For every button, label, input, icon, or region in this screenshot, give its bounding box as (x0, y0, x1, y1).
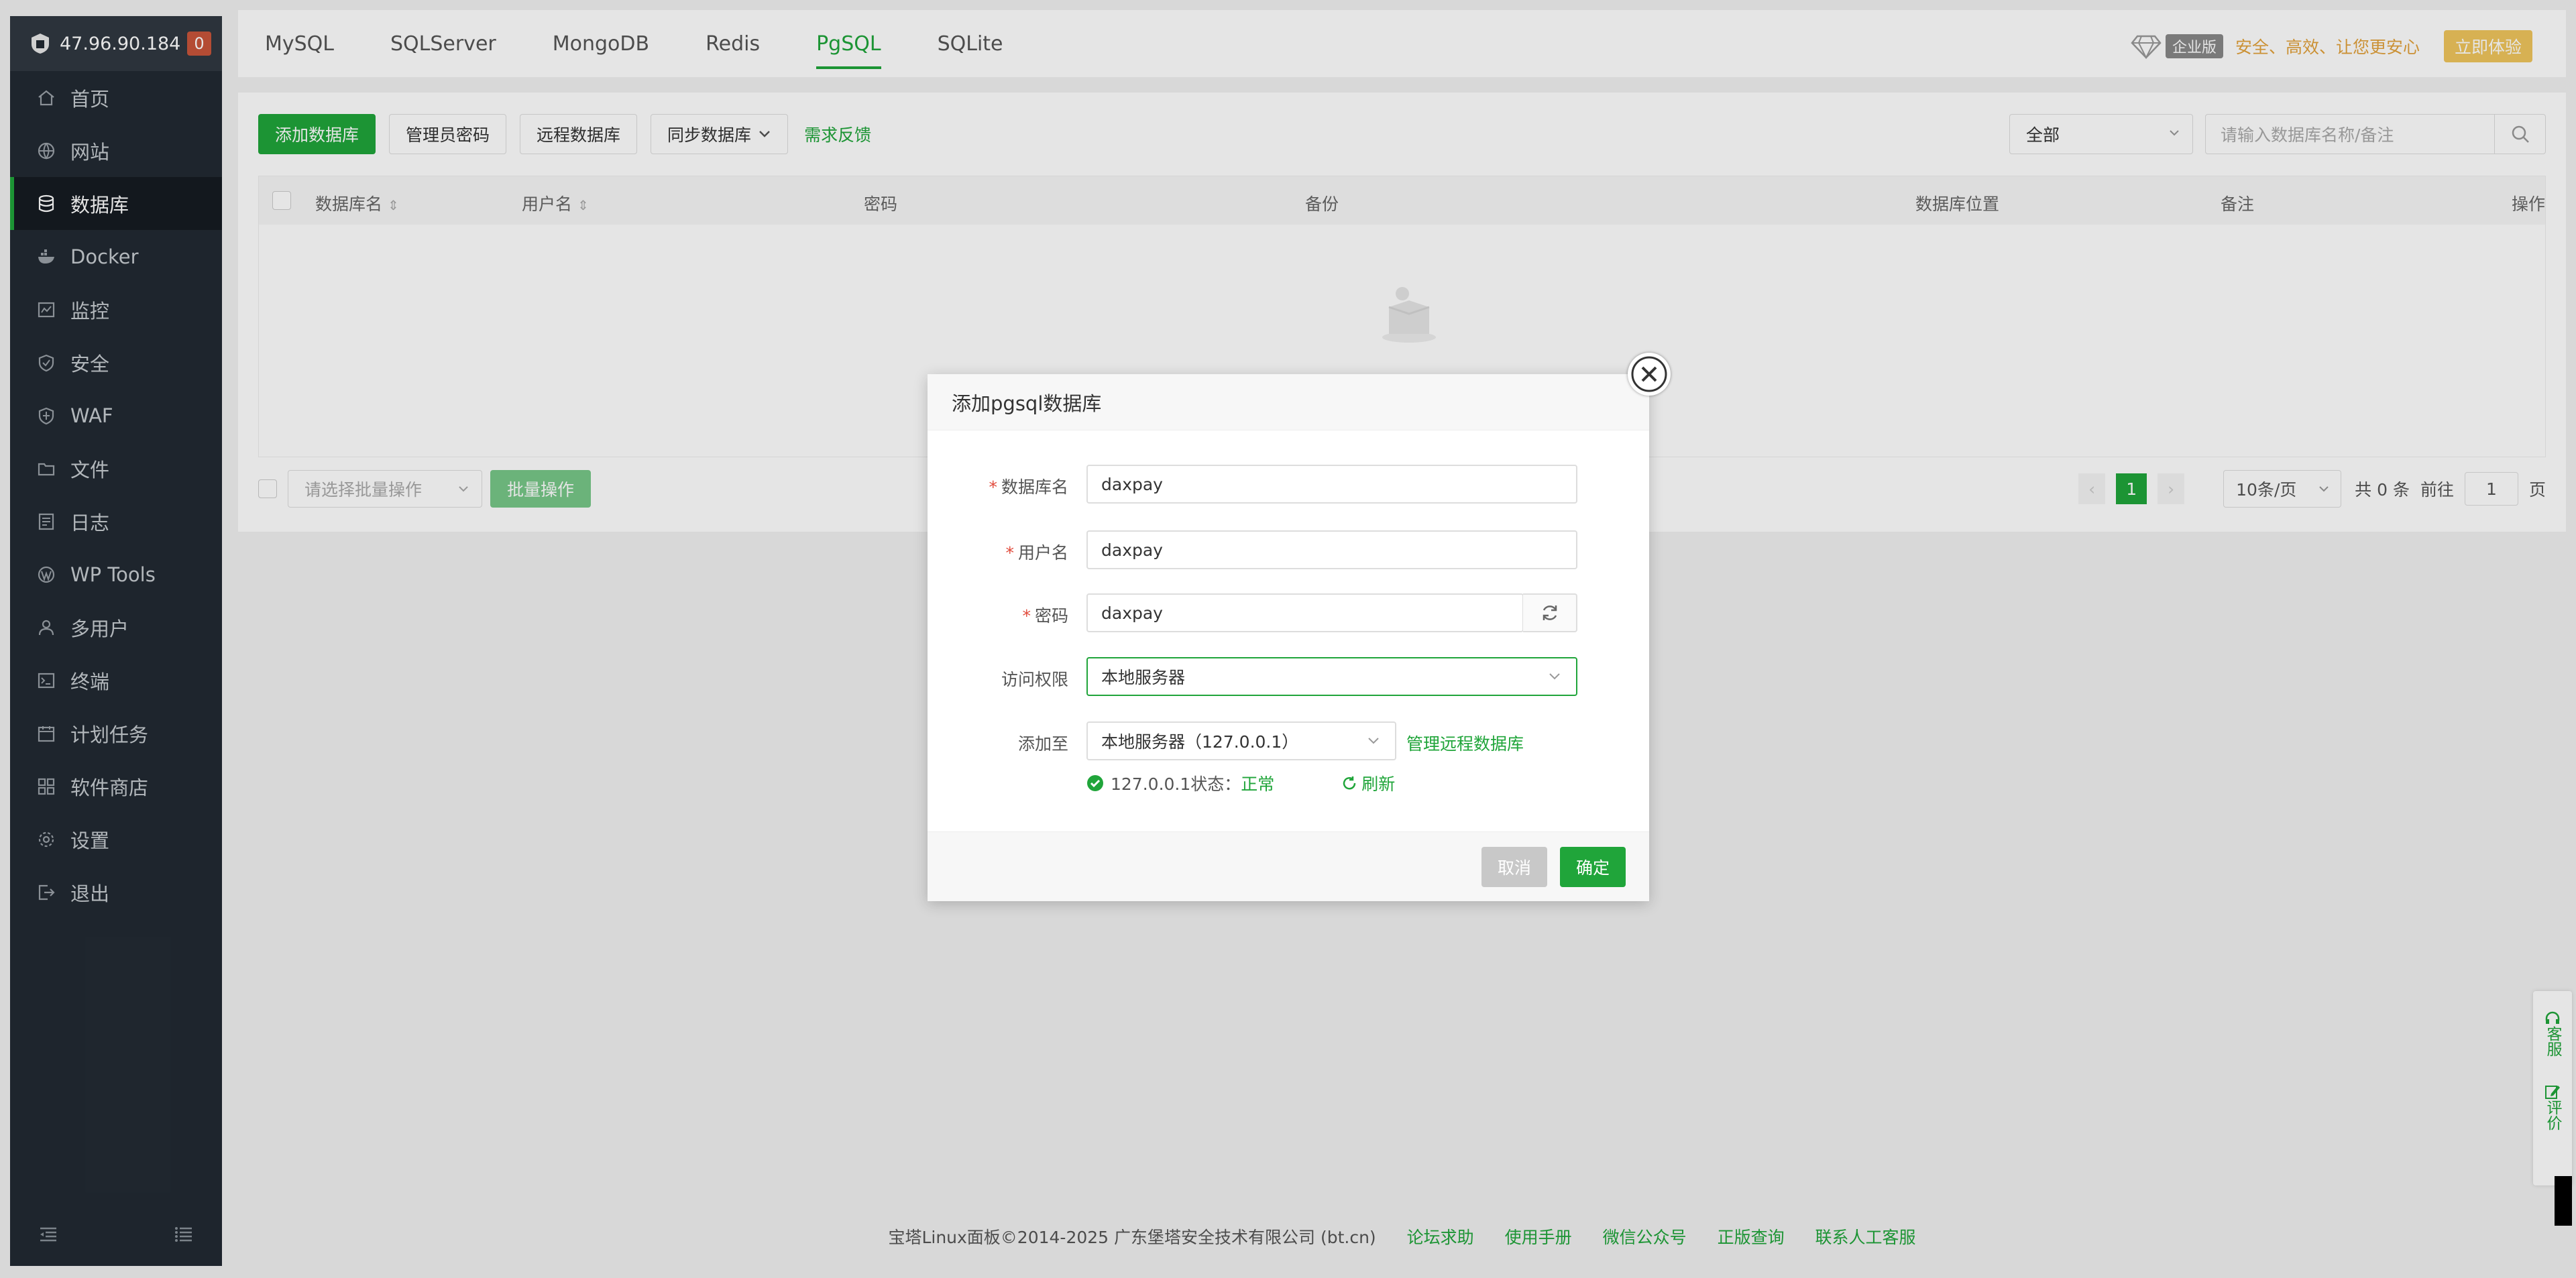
form-row-username: * 用户名 daxpay (928, 530, 1649, 569)
status-prefix: 127.0.0.1状态： (1111, 774, 1241, 794)
refresh-status-link[interactable]: 刷新 (1341, 771, 1395, 795)
db-name-input[interactable]: daxpay (1086, 465, 1577, 504)
refresh-icon (1343, 776, 1356, 790)
check-circle-icon (1087, 775, 1103, 791)
dialog-close-button[interactable] (1628, 353, 1671, 396)
access-permission-value: 本地服务器 (1101, 668, 1186, 687)
username-input[interactable]: daxpay (1086, 530, 1577, 569)
chevron-down-icon (1549, 673, 1560, 680)
close-icon (1631, 356, 1667, 392)
access-label: 访问权限 (1001, 670, 1068, 689)
form-row-add-to: 添加至 本地服务器（127.0.0.1） 管理远程数据库 (928, 721, 1649, 760)
server-status-row: 127.0.0.1状态： 正常 刷新 (928, 771, 1649, 810)
add-pgsql-dialog: 添加pgsql数据库 * 数据库名 daxpay * 用户名 daxpay * 密码 … (928, 353, 1671, 901)
generate-password-button[interactable] (1523, 593, 1577, 632)
dialog-footer: 取消 确定 (928, 831, 1649, 901)
add-to-label: 添加至 (1017, 734, 1068, 754)
dialog-title: 添加pgsql数据库 (928, 374, 1649, 430)
db-name-label: 数据库名 (1001, 477, 1068, 497)
refresh-label: 刷新 (1361, 774, 1396, 794)
password-input[interactable]: daxpay (1086, 593, 1524, 632)
cancel-button[interactable]: 取消 (1481, 847, 1548, 887)
form-row-password: * 密码 daxpay (928, 593, 1649, 632)
access-permission-select[interactable]: 本地服务器 (1086, 657, 1577, 696)
add-to-server-value: 本地服务器（127.0.0.1） (1101, 732, 1299, 752)
refresh-icon (1543, 605, 1557, 620)
username-label: 用户名 (1017, 543, 1068, 563)
chevron-down-icon (1368, 738, 1379, 744)
add-to-server-select[interactable]: 本地服务器（127.0.0.1） (1086, 721, 1396, 760)
form-row-db-name: * 数据库名 daxpay (928, 465, 1649, 504)
password-label: 密码 (1034, 606, 1068, 626)
form-row-access: 访问权限 本地服务器 (928, 657, 1649, 696)
manage-remote-db-link[interactable]: 管理远程数据库 (1406, 731, 1524, 755)
confirm-button[interactable]: 确定 (1560, 847, 1626, 887)
status-value: 正常 (1241, 774, 1275, 794)
